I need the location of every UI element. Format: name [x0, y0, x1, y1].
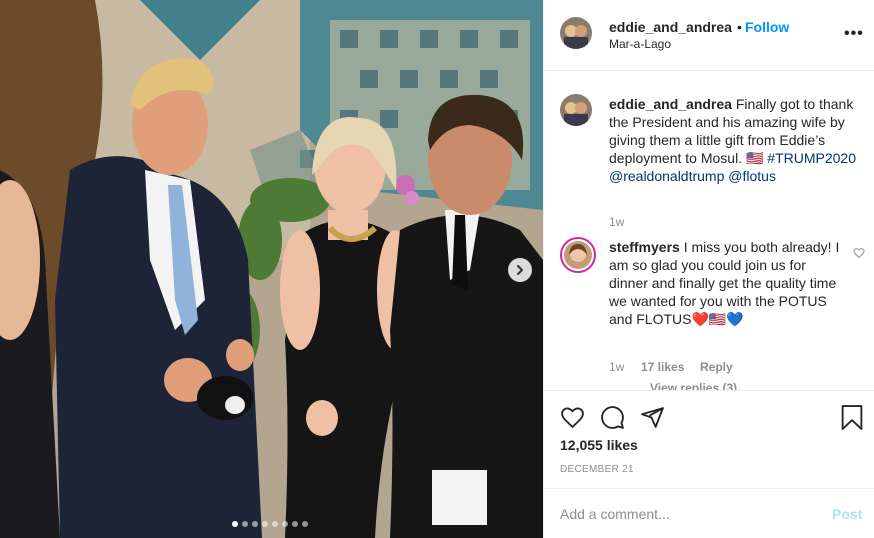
carousel-dot	[292, 521, 298, 527]
follow-button[interactable]: Follow	[745, 19, 789, 35]
post-photo	[0, 0, 543, 538]
carousel-indicator	[232, 521, 308, 527]
carousel-dot	[272, 521, 278, 527]
avatar-image	[560, 17, 592, 49]
comment-like-icon[interactable]	[853, 247, 865, 259]
view-replies-button[interactable]: View replies (3)	[650, 381, 737, 390]
add-comment-section: Post	[544, 488, 874, 538]
chevron-right-icon	[517, 265, 523, 275]
caption-time[interactable]: 1w	[609, 215, 624, 229]
commenter-username[interactable]: steffmyers	[609, 239, 680, 255]
comment-likes[interactable]: 17 likes	[641, 360, 684, 374]
post-caption: eddie_and_andrea Finally got to thank th…	[609, 95, 864, 185]
heart-icon[interactable]	[560, 405, 585, 430]
reply-button[interactable]: Reply	[700, 360, 733, 374]
instagram-post: eddie_and_andrea • Follow Mar-a-Lago •••…	[0, 0, 874, 538]
likes-count[interactable]: 12,055 likes	[560, 437, 638, 453]
post-date[interactable]: DECEMBER 21	[560, 464, 634, 475]
post-panel: eddie_and_andrea • Follow Mar-a-Lago •••…	[543, 0, 874, 538]
carousel-dot	[232, 521, 238, 527]
avatar-image	[564, 241, 592, 269]
post-header: eddie_and_andrea • Follow Mar-a-Lago •••	[544, 0, 874, 71]
carousel-dot	[252, 521, 258, 527]
avatar-image	[560, 94, 592, 126]
author-avatar[interactable]	[560, 17, 592, 49]
more-options-button[interactable]: •••	[844, 25, 864, 43]
carousel-dot	[242, 521, 248, 527]
carousel-dot	[302, 521, 308, 527]
comment-time[interactable]: 1w	[609, 360, 624, 374]
caption-username[interactable]: eddie_and_andrea	[609, 96, 732, 112]
comment-icon[interactable]	[600, 405, 625, 430]
mention-link[interactable]: @realdonaldtrump	[609, 168, 724, 184]
carousel-dot	[282, 521, 288, 527]
bookmark-icon[interactable]	[841, 405, 863, 430]
commenter-avatar[interactable]	[560, 237, 596, 273]
comment-text: steffmyers I miss you both already! I am…	[609, 238, 841, 328]
post-actions: 12,055 likes DECEMBER 21	[544, 390, 874, 488]
mention-link[interactable]: @flotus	[728, 168, 776, 184]
comments-list[interactable]: eddie_and_andrea Finally got to thank th…	[544, 72, 874, 390]
post-comment-button[interactable]: Post	[832, 506, 862, 522]
share-icon[interactable]	[640, 405, 665, 430]
carousel-dot	[262, 521, 268, 527]
header-separator: •	[737, 19, 742, 35]
carousel-next-button[interactable]	[508, 258, 532, 282]
post-location[interactable]: Mar-a-Lago	[609, 37, 671, 51]
caption-avatar[interactable]	[560, 94, 592, 126]
hashtag-link[interactable]: #TRUMP2020	[767, 150, 856, 166]
author-username[interactable]: eddie_and_andrea	[609, 19, 732, 35]
view-replies-label: View replies (3)	[650, 381, 738, 390]
post-media[interactable]	[0, 0, 543, 538]
comment-input[interactable]	[560, 503, 810, 525]
